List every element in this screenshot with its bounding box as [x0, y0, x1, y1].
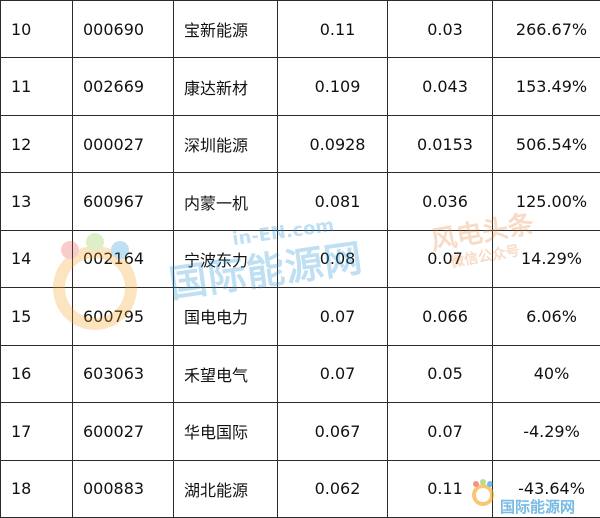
- table-row: 12 000027 深圳能源 0.0928 0.0153 506.54%: [0, 114, 600, 174]
- change-pct-cell: 40%: [492, 344, 600, 404]
- value1-cell: 0.081: [277, 172, 388, 231]
- value2-cell: 0.043: [387, 57, 493, 116]
- change-pct-cell: 506.54%: [492, 114, 600, 174]
- code-cell: 603063: [72, 344, 174, 404]
- value1-cell: 0.08: [277, 229, 388, 289]
- rank-cell: 10: [0, 0, 73, 59]
- rank-cell: 12: [0, 114, 73, 174]
- value2-cell: 0.07: [387, 229, 493, 289]
- table-row: 10 000690 宝新能源 0.11 0.03 266.67%: [0, 0, 600, 59]
- data-table: 10 000690 宝新能源 0.11 0.03 266.67% 11 002669 康达新材 0…: [0, 0, 600, 518]
- name-cell: 宁波东力: [173, 229, 278, 289]
- change-pct-cell: -43.64%: [492, 459, 600, 518]
- value1-cell: 0.109: [277, 57, 388, 116]
- rank-cell: 18: [0, 459, 73, 518]
- table-body: 10 000690 宝新能源 0.11 0.03 266.67% 11 002669 康达新材 0…: [0, 0, 600, 518]
- name-cell: 宝新能源: [173, 0, 278, 59]
- code-cell: 000883: [72, 459, 174, 518]
- name-cell: 湖北能源: [173, 459, 278, 518]
- value2-cell: 0.05: [387, 344, 493, 404]
- value2-cell: 0.036: [387, 172, 493, 231]
- table-row: 17 600027 华电国际 0.067 0.07 -4.29%: [0, 402, 600, 461]
- value1-cell: 0.0928: [277, 114, 388, 174]
- value2-cell: 0.07: [387, 402, 493, 461]
- code-cell: 600027: [72, 402, 174, 461]
- value2-cell: 0.0153: [387, 114, 493, 174]
- name-cell: 深圳能源: [173, 114, 278, 174]
- code-cell: 600795: [72, 287, 174, 346]
- name-cell: 禾望电气: [173, 344, 278, 404]
- value2-cell: 0.066: [387, 287, 493, 346]
- change-pct-cell: 6.06%: [492, 287, 600, 346]
- table-row: 16 603063 禾望电气 0.07 0.05 40%: [0, 344, 600, 404]
- table-row: 14 002164 宁波东力 0.08 0.07 14.29%: [0, 229, 600, 289]
- rank-cell: 16: [0, 344, 73, 404]
- value2-cell: 0.11: [387, 459, 493, 518]
- rank-cell: 15: [0, 287, 73, 346]
- rank-cell: 17: [0, 402, 73, 461]
- change-pct-cell: 153.49%: [492, 57, 600, 116]
- rank-cell: 11: [0, 57, 73, 116]
- value1-cell: 0.062: [277, 459, 388, 518]
- value1-cell: 0.07: [277, 344, 388, 404]
- table-row: 13 600967 内蒙一机 0.081 0.036 125.00%: [0, 172, 600, 231]
- rank-cell: 14: [0, 229, 73, 289]
- change-pct-cell: -4.29%: [492, 402, 600, 461]
- code-cell: 002164: [72, 229, 174, 289]
- name-cell: 国电电力: [173, 287, 278, 346]
- change-pct-cell: 125.00%: [492, 172, 600, 231]
- table-row: 11 002669 康达新材 0.109 0.043 153.49%: [0, 57, 600, 116]
- value2-cell: 0.03: [387, 0, 493, 59]
- value1-cell: 0.11: [277, 0, 388, 59]
- code-cell: 000690: [72, 0, 174, 59]
- name-cell: 华电国际: [173, 402, 278, 461]
- rank-cell: 13: [0, 172, 73, 231]
- code-cell: 000027: [72, 114, 174, 174]
- value1-cell: 0.07: [277, 287, 388, 346]
- value1-cell: 0.067: [277, 402, 388, 461]
- table-row: 15 600795 国电电力 0.07 0.066 6.06%: [0, 287, 600, 346]
- code-cell: 002669: [72, 57, 174, 116]
- change-pct-cell: 266.67%: [492, 0, 600, 59]
- name-cell: 内蒙一机: [173, 172, 278, 231]
- table-row: 18 000883 湖北能源 0.062 0.11 -43.64%: [0, 459, 600, 518]
- change-pct-cell: 14.29%: [492, 229, 600, 289]
- code-cell: 600967: [72, 172, 174, 231]
- name-cell: 康达新材: [173, 57, 278, 116]
